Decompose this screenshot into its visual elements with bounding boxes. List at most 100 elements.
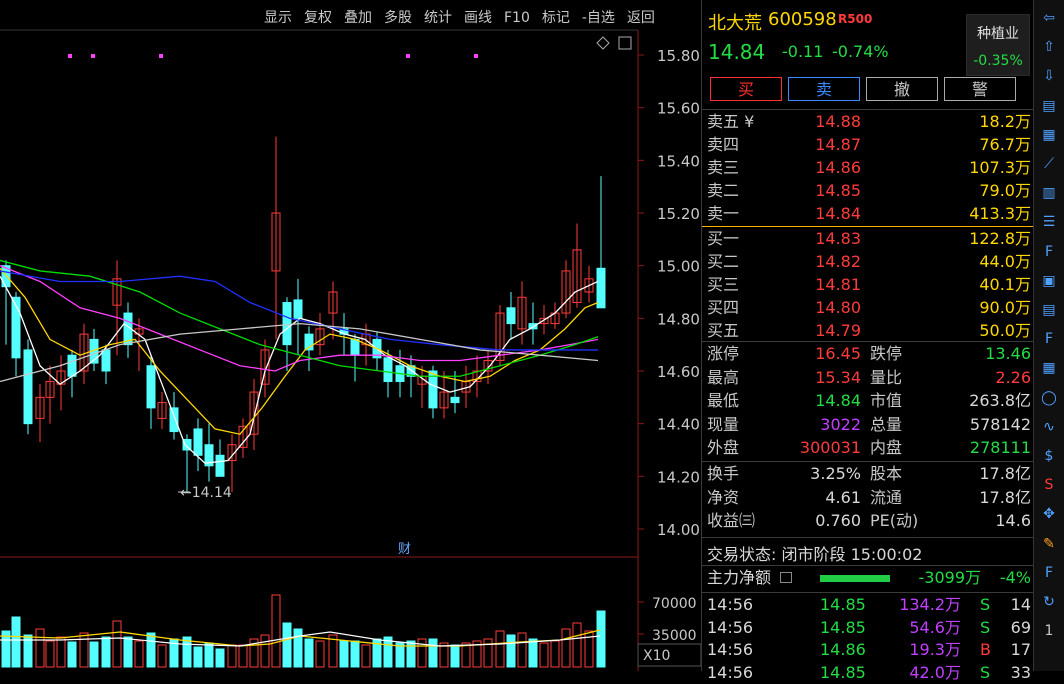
volume-bar xyxy=(216,649,224,667)
asks-row[interactable]: 卖三14.86107.3万 xyxy=(702,156,1033,179)
main-flow-amount: -3099万 xyxy=(919,566,982,590)
stat-label: 跌停 xyxy=(870,342,902,366)
stat-value: 2.26 xyxy=(995,366,1031,390)
asks-level-label: 卖二 xyxy=(707,179,739,202)
price-change: -0.11 xyxy=(782,42,823,61)
sell-button[interactable]: 卖 xyxy=(788,77,860,101)
toolbar-display-button[interactable]: 显示 xyxy=(258,6,298,30)
bids-row[interactable]: 买二14.8244.0万 xyxy=(702,250,1033,273)
volume-bar xyxy=(124,637,132,667)
candle-icon[interactable]: ▥ xyxy=(1039,183,1059,203)
list-icon[interactable] xyxy=(780,572,792,583)
toolbar-draw-button[interactable]: 画线 xyxy=(458,6,498,30)
toolbar-overlay-button[interactable]: 叠加 xyxy=(338,6,378,30)
wave-icon[interactable]: ∿ xyxy=(1039,417,1059,437)
volume-bar xyxy=(529,639,537,667)
grid-icon[interactable]: ▦ xyxy=(1039,125,1059,145)
event-marker xyxy=(474,54,478,58)
toolbar-back-button[interactable]: 返回 xyxy=(621,6,661,30)
stats-table: 涨停16.45跌停13.46最高15.34量比2.26最低14.84市值263.… xyxy=(702,342,1033,460)
stat-row: 现量3022总量578142 xyxy=(702,413,1033,437)
alert-button[interactable]: 警 xyxy=(944,77,1016,101)
asks-row[interactable]: 卖二14.8579.0万 xyxy=(702,179,1033,202)
toolbar-adjust-button[interactable]: 复权 xyxy=(298,6,338,30)
f12-icon[interactable]: F xyxy=(1039,329,1059,349)
stat-value: 17.8亿 xyxy=(979,462,1031,486)
toolbar-remove-watchlist-button[interactable]: -自选 xyxy=(576,6,621,30)
asks-row[interactable]: 卖四14.8776.7万 xyxy=(702,133,1033,156)
candle-body xyxy=(294,300,302,318)
y-tick-label: 14.00 xyxy=(657,521,700,539)
tick-volume: 19.3万 xyxy=(909,639,961,662)
volume-bar xyxy=(194,647,202,667)
pencil-icon[interactable]: ✎ xyxy=(1039,534,1059,554)
stats-icon[interactable]: ▦ xyxy=(1039,358,1059,378)
tick-count: 17 xyxy=(1011,639,1031,662)
line-chart-icon[interactable]: ⟋ xyxy=(1039,154,1059,174)
sector-box[interactable]: 种植业 -0.35% xyxy=(966,14,1030,76)
asks-price: 14.88 xyxy=(815,110,861,133)
bids-row[interactable]: 买四14.8090.0万 xyxy=(702,296,1033,319)
stat-label: PE(动) xyxy=(870,509,918,533)
candle-body xyxy=(507,308,515,324)
tick-row[interactable]: 14:5614.8619.3万B17 xyxy=(702,639,1033,662)
list-icon[interactable]: ☰ xyxy=(1039,212,1059,232)
arrow-up-icon[interactable]: ⇧ xyxy=(1039,37,1059,57)
y-tick-label: 15.00 xyxy=(657,258,700,276)
cross-icon[interactable]: ✥ xyxy=(1039,504,1059,524)
candle-body xyxy=(24,350,32,424)
toolbar-multi-stock-button[interactable]: 多股 xyxy=(378,6,418,30)
money-icon[interactable]: $ xyxy=(1039,446,1059,466)
volume-bar xyxy=(205,643,213,667)
toolbar-mark-button[interactable]: 标记 xyxy=(536,6,576,30)
volume-bar xyxy=(294,629,302,667)
tick-row[interactable]: 14:5614.8554.6万S69 xyxy=(702,617,1033,640)
report-icon[interactable]: ▣ xyxy=(1039,271,1059,291)
low-price-label: ←14.14 xyxy=(180,485,232,501)
candle-body xyxy=(102,350,110,371)
buy-button[interactable]: 买 xyxy=(710,77,782,101)
cancel-order-button[interactable]: 撤 xyxy=(866,77,938,101)
tick-side: B xyxy=(980,639,991,662)
tick-time: 14:56 xyxy=(707,662,753,684)
asks-price: 14.84 xyxy=(815,202,861,225)
bids-row[interactable]: 买五14.7950.0万 xyxy=(702,319,1033,342)
candle-body xyxy=(351,339,359,355)
bids-row[interactable]: 买三14.8140.1万 xyxy=(702,273,1033,296)
toolbar-stats-button[interactable]: 统计 xyxy=(418,6,458,30)
volume-bar xyxy=(351,641,359,667)
f5-icon[interactable]: F xyxy=(1039,563,1059,583)
stat-row: 换手3.25%股本17.8亿 xyxy=(702,462,1033,486)
dollar-icon[interactable]: S xyxy=(1039,475,1059,495)
tick-row[interactable]: 14:5614.85134.2万S14 xyxy=(702,594,1033,617)
arrow-left-icon[interactable]: ⇦ xyxy=(1039,8,1059,28)
stat-value: 4.61 xyxy=(825,486,861,510)
main-flow-row[interactable]: 主力净额 -3099万 -4% xyxy=(702,566,1033,590)
kline-chart[interactable]: 15.8015.6015.4015.2015.0014.8014.6014.40… xyxy=(0,0,701,671)
bids-price: 14.82 xyxy=(815,250,861,273)
kline-icon[interactable]: ▤ xyxy=(1039,96,1059,116)
asks-row[interactable]: 卖一14.84413.3万 xyxy=(702,202,1033,225)
tick-side: S xyxy=(980,662,990,684)
refresh-icon[interactable]: ↻ xyxy=(1039,592,1059,612)
stat-label: 量比 xyxy=(870,366,902,390)
news-icon[interactable]: ▤ xyxy=(1039,300,1059,320)
asks-row[interactable]: 卖五 ¥14.8818.2万 xyxy=(702,110,1033,133)
page-one-icon[interactable]: 1 xyxy=(1039,621,1059,641)
event-marker xyxy=(91,54,95,58)
tick-price: 14.85 xyxy=(820,662,866,684)
y-tick-label: 14.20 xyxy=(657,468,700,486)
candle-body xyxy=(194,429,202,455)
bids-row[interactable]: 买一14.83122.8万 xyxy=(702,227,1033,250)
tick-row[interactable]: 14:5614.8542.0万S33 xyxy=(702,662,1033,684)
stat-label: 最高 xyxy=(707,366,739,390)
candle-body xyxy=(170,408,178,432)
f10-icon[interactable]: F xyxy=(1039,242,1059,262)
arrow-down-icon[interactable]: ⇩ xyxy=(1039,66,1059,86)
quote-panel: 北大荒 600598 R500 14.84 -0.11 -0.74% 种植业 -… xyxy=(701,0,1033,671)
trading-status: 交易状态: 闭市阶段 15:00:02 xyxy=(707,541,922,565)
asks-volume: 107.3万 xyxy=(969,156,1031,179)
toolbar-f10-button[interactable]: F10 xyxy=(498,6,536,30)
asks-level-label: 卖四 xyxy=(707,133,739,156)
circle-icon[interactable]: ◯ xyxy=(1039,388,1059,408)
